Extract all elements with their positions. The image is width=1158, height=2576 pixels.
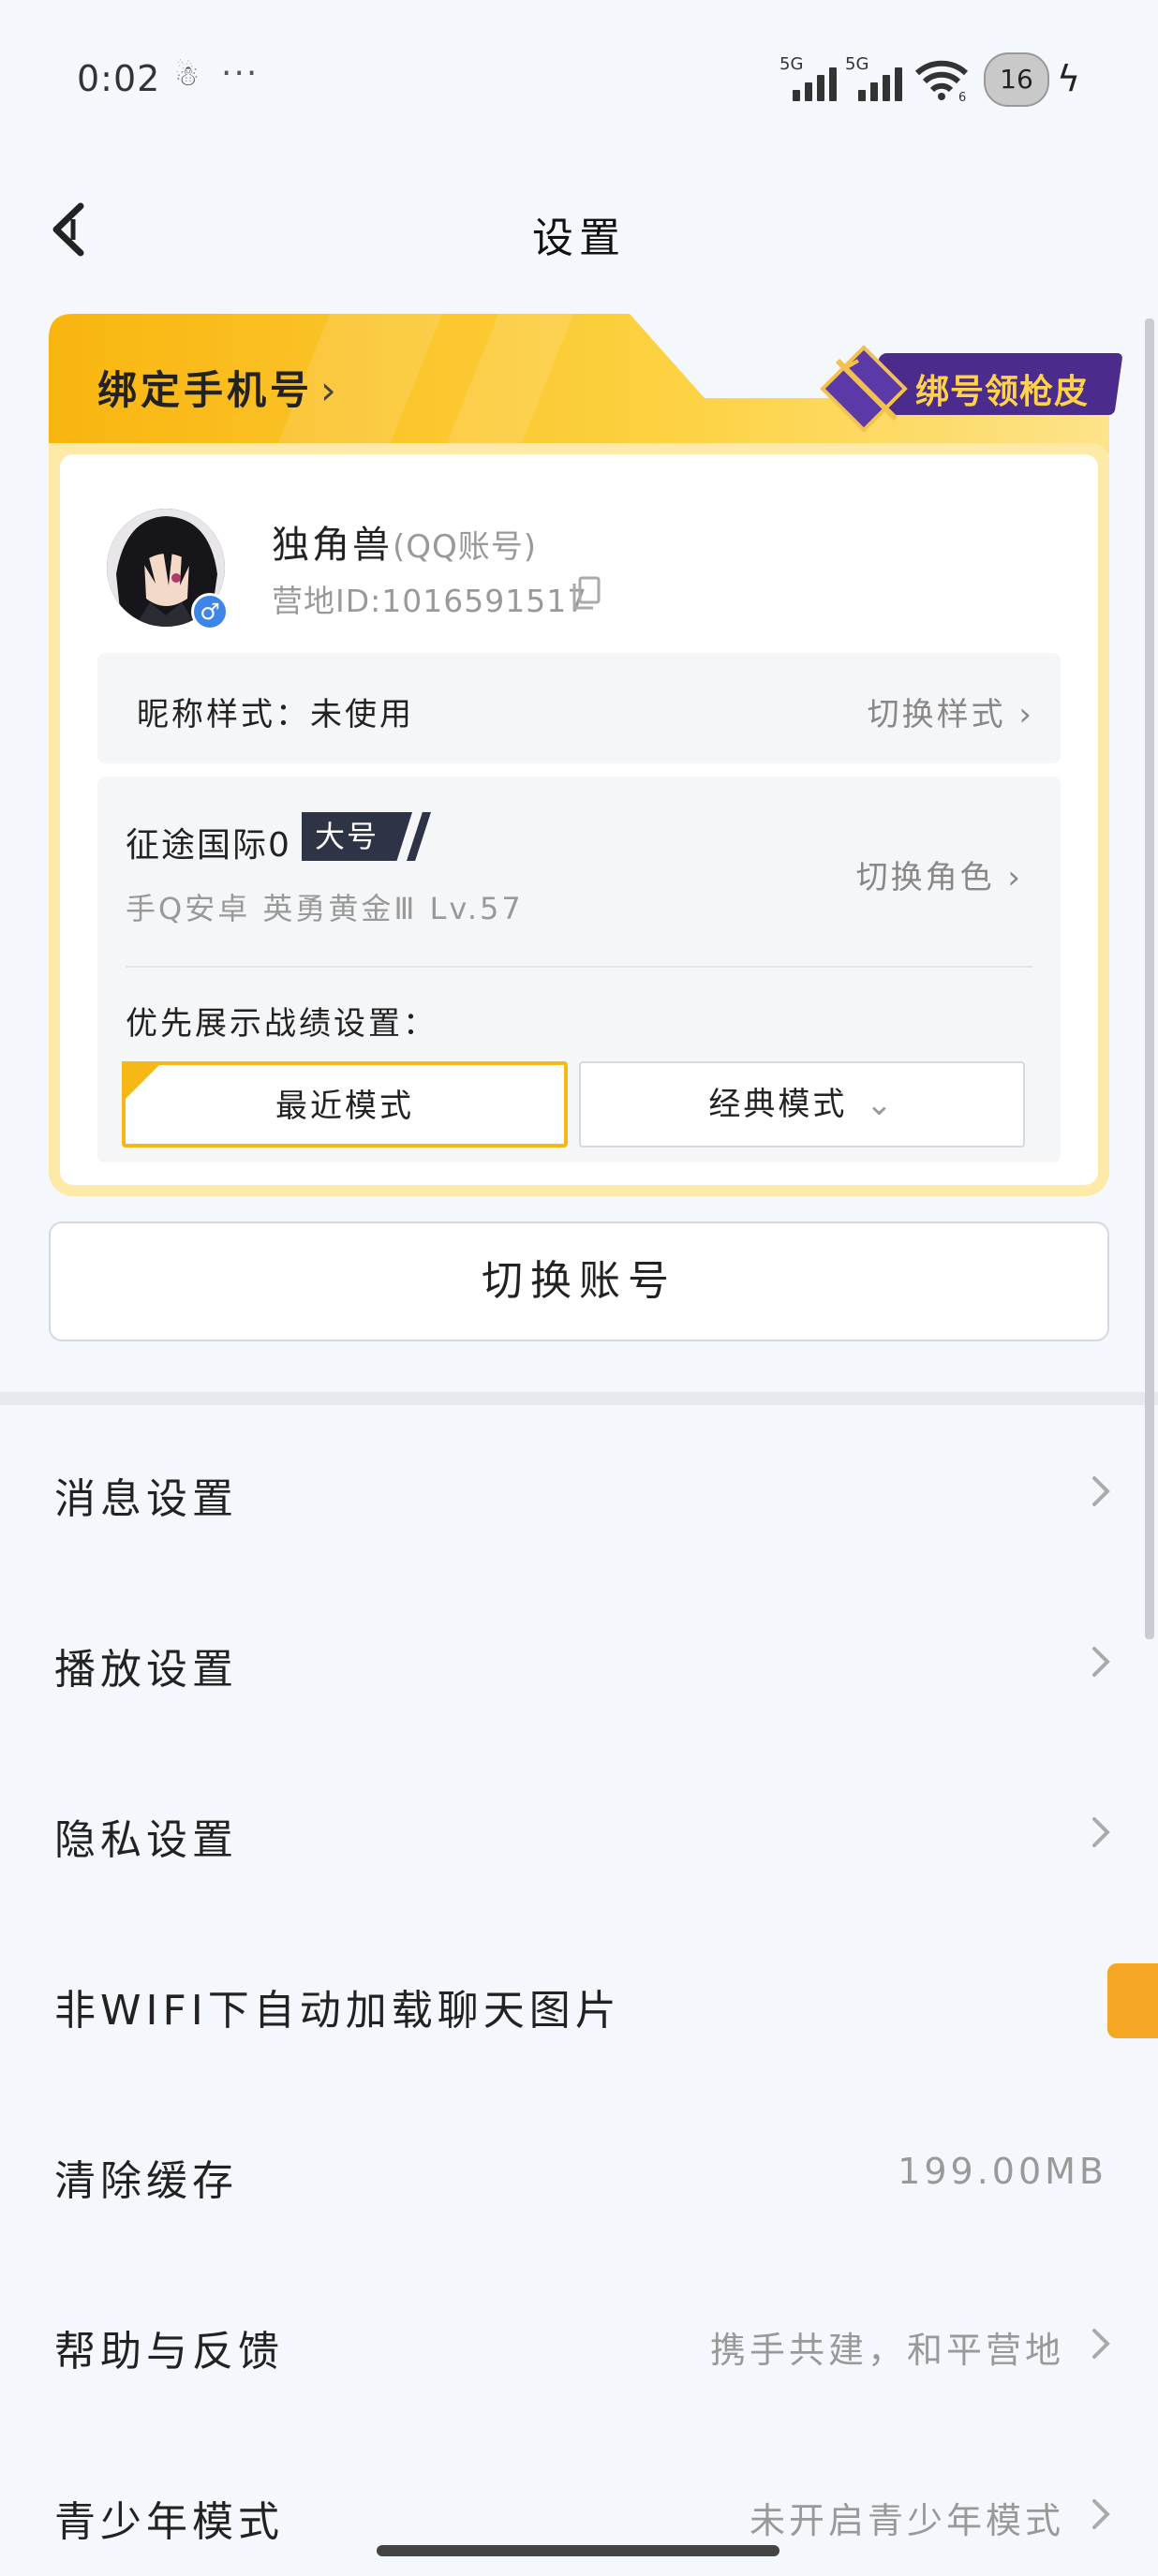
settings-item-privacy[interactable]: 隐私设置 (0, 1746, 1158, 1917)
scrollbar[interactable] (1145, 318, 1154, 1639)
user-id: 营地ID:1016591517 (272, 583, 588, 619)
card-header: 绑定手机号 › 绑号领枪皮 (49, 314, 1123, 454)
chevron-right-icon (1092, 2499, 1110, 2529)
charging-icon: ϟ (1057, 58, 1081, 99)
settings-item-help-feedback[interactable]: 帮助与反馈 携手共建，和平营地 (0, 2258, 1158, 2428)
svg-text:6: 6 (958, 91, 966, 101)
settings-item-clear-cache[interactable]: 清除缓存 199.00MB (0, 2087, 1158, 2258)
section-separator (0, 1392, 1158, 1405)
copy-icon[interactable] (571, 574, 602, 612)
classic-mode-dropdown[interactable]: 经典模式 ⌄ (579, 1061, 1025, 1147)
weapon-skin-icon (820, 345, 908, 433)
settings-item-messages[interactable]: 消息设置 (0, 1405, 1158, 1576)
nav-bar: 设置 (0, 159, 1158, 300)
promo-banner[interactable]: 绑号领枪皮 (817, 342, 1136, 433)
cache-size: 199.00MB (898, 2151, 1107, 2192)
cell-signal-icon: 5G (779, 54, 837, 101)
help-feedback-subtitle: 携手共建，和平营地 (709, 2330, 1064, 2371)
main-account-badge: 大号 (302, 812, 412, 861)
chevron-right-icon: › (320, 367, 340, 413)
chevron-right-icon: › (1018, 696, 1034, 733)
bind-phone-link[interactable]: 绑定手机号 › (97, 359, 340, 416)
teen-mode-status: 未开启青少年模式 (749, 2500, 1064, 2541)
page-title: 设置 (532, 215, 626, 262)
gender-male-icon: ♂ (191, 593, 229, 630)
battery-icon: 16 (984, 52, 1049, 107)
user-name: 独角兽(QQ账号) (272, 524, 538, 567)
switch-style-link[interactable]: 切换样式 › (868, 688, 1034, 734)
cell-signal-2-icon: 5G (845, 54, 902, 101)
card-body: ♂ 独角兽(QQ账号) 营地ID:1016591517 昵称样式：未使用 切换样… (49, 443, 1109, 1196)
switch-role-link[interactable]: 切换角色 › (856, 851, 1023, 897)
more-notifications-icon: ··· (221, 54, 260, 93)
wifi-icon: 6 (914, 60, 969, 101)
record-pref-label: 优先展示战绩设置： (126, 1005, 438, 1043)
chevron-right-icon (1092, 1476, 1110, 1506)
settings-item-auto-load-images: 非WIFI下自动加载聊天图片 (54, 1987, 621, 2035)
nickname-style-row[interactable]: 昵称样式：未使用 切换样式 › (97, 653, 1061, 763)
notification-icon: ☃ (174, 60, 200, 93)
account-card: 绑定手机号 › 绑号领枪皮 ♂ 独角兽(QQ账号) 营地ID:101659151… (49, 314, 1123, 1196)
role-section: 征途国际0 大号 手Q安卓 英勇黄金Ⅲ Lv.57 切换角色 › 优先展示战绩设… (97, 777, 1061, 1162)
settings-item-playback[interactable]: 播放设置 (0, 1576, 1158, 1746)
role-name: 征途国际0 (126, 826, 291, 865)
divider (126, 966, 1032, 968)
chevron-right-icon: › (1007, 859, 1023, 896)
switch-account-button[interactable]: 切换账号 (49, 1221, 1109, 1341)
role-details: 手Q安卓 英勇黄金Ⅲ Lv.57 (126, 891, 524, 926)
status-bar: 0:02 ☃ ··· 5G 5G 6 16 ϟ (0, 0, 1158, 159)
home-indicator[interactable] (377, 2545, 779, 2556)
settings-page: 0:02 ☃ ··· 5G 5G 6 16 ϟ 设置 绑定手机号 › 绑号领枪皮… (0, 0, 1158, 2576)
chevron-down-icon: ⌄ (866, 1086, 896, 1123)
recent-mode-button[interactable]: ✓ 最近模式 (122, 1061, 568, 1147)
check-icon: ✓ (122, 1061, 163, 1103)
chevron-right-icon (1092, 1817, 1110, 1847)
chevron-right-icon (1092, 1647, 1110, 1677)
status-time: 0:02 (77, 58, 161, 99)
chevron-right-icon (1092, 2329, 1110, 2359)
